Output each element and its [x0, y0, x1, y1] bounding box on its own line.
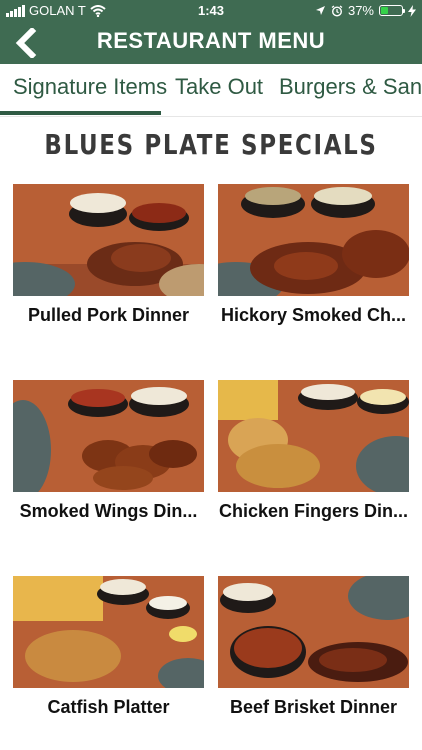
menu-item-name: Smoked Wings Din... [19, 501, 198, 521]
menu-item-name: Pulled Pork Dinner [27, 305, 190, 325]
battery-icon [379, 5, 405, 16]
catfish-platter-photo [13, 576, 204, 688]
menu-item-card[interactable]: Chicken Fingers Din... [218, 380, 409, 525]
battery-percent: 37% [347, 3, 374, 18]
tab-signature-items[interactable]: Signature Items [13, 74, 167, 100]
category-tabs: Signature Items Take Out Burgers & Sandw [0, 64, 422, 117]
selected-tab-indicator [0, 111, 161, 115]
menu-item-name: Beef Brisket Dinner [229, 697, 398, 717]
status-right: 37% [315, 3, 416, 18]
page-title: RESTAURANT MENU [96, 28, 326, 53]
menu-item-card[interactable]: Beef Brisket Dinner [218, 576, 409, 721]
menu-item-card[interactable]: Smoked Wings Din... [13, 380, 204, 525]
nav-bar: RESTAURANT MENU [0, 22, 422, 64]
charging-bolt-icon [408, 4, 416, 17]
beef-brisket-dinner-photo [218, 576, 409, 688]
location-arrow-icon [315, 6, 325, 15]
battery-fill [381, 7, 388, 14]
section-title: BLUES PLATE SPECIALS [44, 128, 378, 161]
tab-burgers-sandwiches[interactable]: Burgers & Sandw [279, 74, 422, 100]
menu-item-name: Catfish Platter [47, 697, 170, 717]
hickory-smoked-chicken-photo [218, 184, 409, 296]
status-bar: GOLAN T 1:43 37% [0, 0, 422, 22]
alarm-icon [331, 4, 343, 17]
menu-item-card[interactable]: Pulled Pork Dinner [13, 184, 204, 329]
menu-item-name: Hickory Smoked Ch... [220, 305, 407, 325]
menu-item-card[interactable]: Hickory Smoked Ch... [218, 184, 409, 329]
chicken-fingers-dinner-photo [218, 380, 409, 492]
smoked-wings-dinner-photo [13, 380, 204, 492]
menu-item-card[interactable]: Catfish Platter [13, 576, 204, 721]
menu-item-name: Chicken Fingers Din... [218, 501, 409, 521]
pulled-pork-dinner-photo [13, 184, 204, 296]
tab-take-out[interactable]: Take Out [175, 74, 263, 100]
